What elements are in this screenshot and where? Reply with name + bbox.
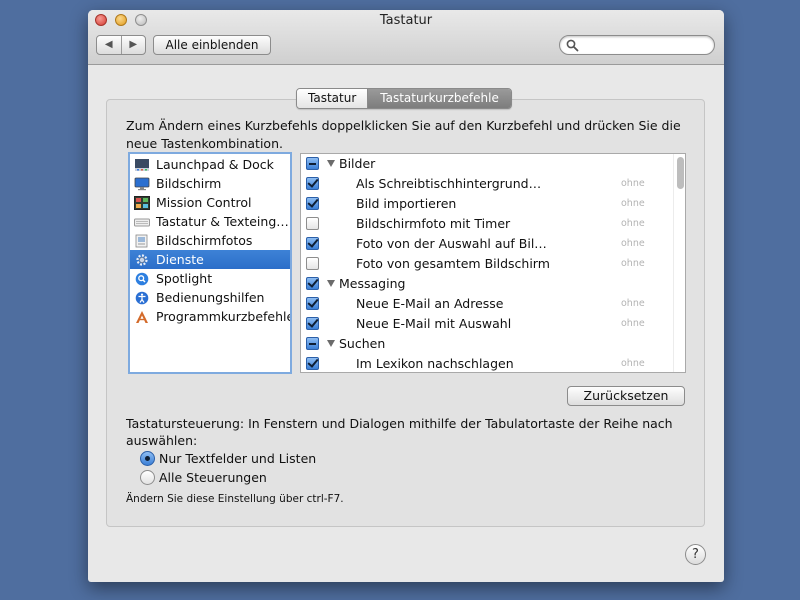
forward-button[interactable]: ▶	[122, 36, 146, 54]
category-item-dienste[interactable]: Dienste	[130, 250, 290, 269]
group-label: Bilder	[339, 156, 376, 171]
accessibility-icon	[135, 291, 149, 304]
category-item-mission-control[interactable]: Mission Control	[130, 193, 290, 212]
shortcut-checkbox[interactable]	[306, 197, 319, 210]
launchpad-dock-icon	[135, 158, 149, 171]
window-title: Tastatur	[379, 13, 433, 28]
shortcut-key[interactable]: ohne	[621, 298, 645, 309]
shortcut-group-suchen[interactable]: Suchen	[301, 334, 671, 354]
category-item-tastatur-texteingabe[interactable]: Tastatur & Texteing…	[130, 212, 290, 231]
shortcut-row[interactable]: Foto von der Auswahl auf Bil… ohne	[301, 234, 671, 254]
shortcut-key[interactable]: ohne	[621, 218, 645, 229]
tab-tastatur[interactable]: Tastatur	[297, 89, 369, 108]
radio-all-controls[interactable]	[140, 470, 155, 485]
category-item-programmkurzbefehle[interactable]: Programmkurzbefehle	[130, 307, 290, 326]
category-item-bildschirmfotos[interactable]: Bildschirmfotos	[130, 231, 290, 250]
radio-label[interactable]: Alle Steuerungen	[159, 470, 267, 485]
shortcut-checkbox[interactable]	[306, 177, 319, 190]
search-icon	[566, 39, 579, 52]
back-button[interactable]: ◀	[97, 36, 122, 54]
category-label: Bedienungshilfen	[156, 290, 265, 305]
shortcut-group-bilder[interactable]: Bilder	[301, 154, 671, 174]
category-label: Spotlight	[156, 271, 213, 286]
disclosure-triangle-icon[interactable]	[327, 340, 335, 347]
shortcut-list[interactable]: Bilder Als Schreibtischhintergrund… ohne…	[300, 153, 686, 373]
category-label: Mission Control	[156, 195, 252, 210]
shortcut-label: Bild importieren	[356, 196, 457, 211]
category-item-launchpad-dock[interactable]: Launchpad & Dock	[130, 155, 290, 174]
vertical-scrollbar[interactable]	[673, 154, 685, 372]
keyboard-icon	[134, 218, 150, 226]
shortcut-key[interactable]: ohne	[621, 198, 645, 209]
shortcut-label: Foto von der Auswahl auf Bil…	[356, 236, 547, 251]
mission-control-icon	[134, 195, 150, 210]
shortcut-row[interactable]: Neue E-Mail mit Auswahl ohne	[301, 314, 671, 334]
nav-segmented-control: ◀ ▶	[96, 35, 146, 55]
shortcut-key[interactable]: ohne	[621, 358, 645, 369]
shortcut-label: Als Schreibtischhintergrund…	[356, 176, 542, 191]
group-checkbox[interactable]	[306, 337, 319, 350]
category-label: Bildschirmfotos	[156, 233, 253, 248]
search-input[interactable]	[582, 37, 708, 53]
category-label: Bildschirm	[156, 176, 222, 191]
category-item-bedienungshilfen[interactable]: Bedienungshilfen	[130, 288, 290, 307]
shortcut-checkbox[interactable]	[306, 217, 319, 230]
shortcut-key[interactable]: ohne	[621, 258, 645, 269]
keyboard-control-text: Tastatursteuerung: In Fenstern und Dialo…	[126, 416, 673, 448]
hint-text: Ändern Sie diese Einstellung über ctrl-F…	[126, 493, 344, 505]
group-label: Messaging	[339, 276, 406, 291]
shortcut-key[interactable]: ohne	[621, 318, 645, 329]
radio-text-fields-lists[interactable]	[140, 451, 155, 466]
display-icon	[134, 177, 150, 190]
tab-tastaturkurzbefehle[interactable]: Tastaturkurzbefehle	[368, 89, 511, 108]
app-shortcuts-icon	[136, 310, 148, 323]
shortcut-label: Neue E-Mail mit Auswahl	[356, 316, 512, 331]
radio-label[interactable]: Nur Textfelder und Listen	[159, 451, 316, 466]
instructions-text: Zum Ändern eines Kurzbefehls doppelklick…	[126, 118, 681, 151]
help-button[interactable]: ?	[685, 544, 706, 565]
shortcut-checkbox[interactable]	[306, 317, 319, 330]
shortcut-row[interactable]: Neue E-Mail an Adresse ohne	[301, 294, 671, 314]
shortcut-row[interactable]: Bild importieren ohne	[301, 194, 671, 214]
category-list[interactable]: Launchpad & Dock Bildschirm Mission Cont…	[128, 152, 292, 374]
shortcut-label: Bildschirmfoto mit Timer	[356, 216, 511, 231]
category-label: Tastatur & Texteing…	[156, 214, 289, 229]
group-label: Suchen	[339, 336, 386, 351]
preferences-window: Tastatur ◀ ▶ Alle einblenden Tastatur Ta…	[88, 10, 724, 582]
shortcut-key[interactable]: ohne	[621, 178, 645, 189]
category-label: Programmkurzbefehle	[156, 309, 290, 324]
shortcut-checkbox[interactable]	[306, 237, 319, 250]
shortcut-checkbox[interactable]	[306, 357, 319, 370]
screenshot-icon	[135, 234, 148, 247]
disclosure-triangle-icon[interactable]	[327, 160, 335, 167]
group-checkbox[interactable]	[306, 277, 319, 290]
group-checkbox[interactable]	[306, 157, 319, 170]
shortcut-label: Im Lexikon nachschlagen	[356, 356, 514, 371]
search-field[interactable]	[559, 35, 715, 55]
shortcut-row[interactable]: Als Schreibtischhintergrund… ohne	[301, 174, 671, 194]
scrollbar-thumb[interactable]	[677, 157, 684, 189]
title-bar: Tastatur ◀ ▶ Alle einblenden	[88, 10, 724, 65]
shortcut-label: Neue E-Mail an Adresse	[356, 296, 504, 311]
category-item-spotlight[interactable]: Spotlight	[130, 269, 290, 288]
gear-icon	[136, 253, 148, 266]
shortcut-row[interactable]: Foto von gesamtem Bildschirm ohne	[301, 254, 671, 274]
shortcut-key[interactable]: ohne	[621, 238, 645, 249]
shortcut-checkbox[interactable]	[306, 297, 319, 310]
category-item-bildschirm[interactable]: Bildschirm	[130, 174, 290, 193]
shortcut-group-messaging[interactable]: Messaging	[301, 274, 671, 294]
category-label: Launchpad & Dock	[156, 157, 274, 172]
shortcut-label: Foto von gesamtem Bildschirm	[356, 256, 550, 271]
disclosure-triangle-icon[interactable]	[327, 280, 335, 287]
category-label: Dienste	[156, 252, 204, 267]
tab-bar: Tastatur Tastaturkurzbefehle	[296, 88, 512, 109]
spotlight-icon	[135, 272, 149, 285]
show-all-button[interactable]: Alle einblenden	[153, 35, 271, 55]
shortcut-row[interactable]: Im Lexikon nachschlagen ohne	[301, 354, 671, 372]
shortcut-row[interactable]: Bildschirmfoto mit Timer ohne	[301, 214, 671, 234]
shortcut-checkbox[interactable]	[306, 257, 319, 270]
reset-button[interactable]: Zurücksetzen	[567, 386, 685, 406]
